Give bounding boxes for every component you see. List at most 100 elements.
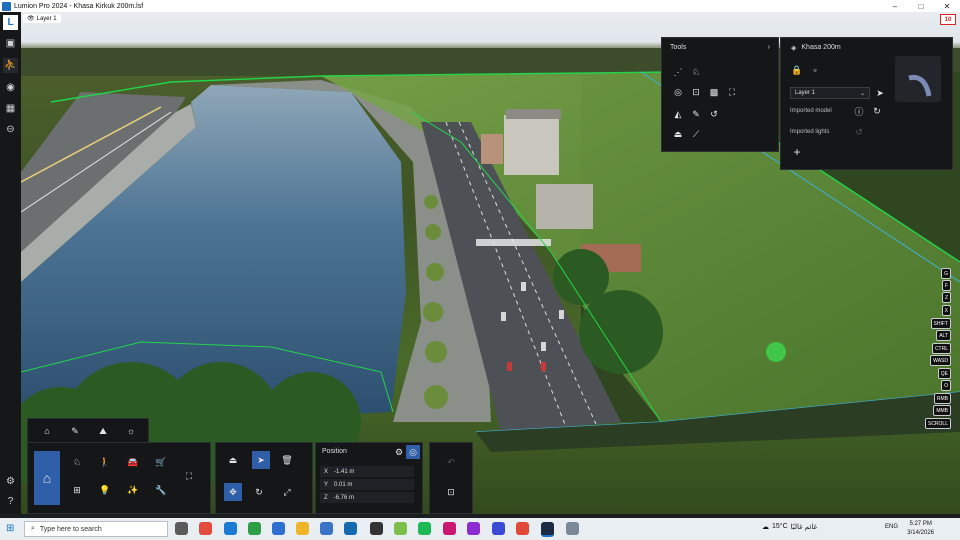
buildings-category-icon[interactable]: ⌂ (34, 451, 60, 505)
vehicle-category-icon[interactable]: 🚘 (126, 455, 140, 469)
minimize-button[interactable]: – (882, 2, 908, 11)
eye-icon: 👁 (27, 16, 35, 22)
camera-icon[interactable] (370, 522, 383, 535)
slope-icon[interactable]: ⟋ (690, 128, 702, 140)
cart-category-icon[interactable]: 🛒 (154, 455, 168, 469)
x-field[interactable]: X -1.41 m (320, 466, 414, 477)
notes-icon[interactable] (394, 522, 407, 535)
paint-tab-icon[interactable]: ✎ (68, 424, 82, 438)
light-bell-icon[interactable]: ♘ (690, 66, 702, 78)
save-icon[interactable]: ▣ (3, 36, 18, 51)
place-on-ground-icon[interactable]: ⏏ (672, 128, 684, 140)
taskbar-search[interactable]: ⌕ Type here to search (24, 521, 168, 537)
focus-select-icon[interactable]: ⊡ (690, 86, 702, 98)
weather-widget[interactable]: ☁ 15°C غائم غالبًا (762, 523, 817, 531)
tools-panel: Tools › ⋰ ♘ ◎ ⊡ ▩ ⛶ ◭ ✎ ↺ ⏏ ⟋ (661, 37, 779, 152)
key-badge: SHIFT (930, 318, 951, 329)
focus-frame-icon[interactable]: ⊡ (444, 485, 458, 499)
y-field[interactable]: Y 0.01 m (320, 479, 414, 490)
rotate-tool-icon[interactable]: ↻ (252, 485, 266, 499)
edit-icon[interactable]: ✎ (690, 108, 702, 120)
app-icon[interactable] (320, 522, 333, 535)
view-icon[interactable]: ◎ (672, 86, 684, 98)
chevron-down-icon: ⌄ (859, 90, 865, 97)
light-category-icon[interactable]: ♘ (70, 455, 84, 469)
taskbar-clock[interactable]: 5:27 PM 3/14/2026 (907, 520, 934, 538)
world-axis-icon[interactable]: ◎ (406, 445, 420, 459)
settings-icon[interactable]: ⚙ (3, 474, 18, 489)
mail-icon[interactable] (344, 522, 357, 535)
discord-icon[interactable] (492, 522, 505, 535)
copilot-icon[interactable] (199, 522, 212, 535)
task-view-icon[interactable] (175, 522, 188, 535)
chrome-2-icon[interactable] (516, 522, 529, 535)
move-tool-icon[interactable]: ✥ (224, 483, 242, 501)
cloud-icon: ☁ (762, 524, 769, 531)
app-c-icon[interactable] (467, 522, 480, 535)
360-panorama-icon[interactable]: ⊖ (3, 122, 18, 137)
key-badge: QE (937, 368, 951, 379)
edge-icon[interactable] (224, 522, 237, 535)
app-tray-icon[interactable] (566, 522, 579, 535)
movie-mode-icon[interactable]: ▦ (3, 101, 18, 116)
model-icon: ◈ (791, 45, 797, 52)
layer-select-value: Layer 1 (795, 90, 816, 96)
photo-mode-icon[interactable]: ◉ (3, 80, 18, 95)
windows-start-icon[interactable]: ⊞ (6, 523, 17, 534)
landscape-tab-icon[interactable]: ⛰ (96, 424, 110, 438)
scale-tool-icon[interactable]: ⤢ (280, 485, 294, 499)
file-explorer-icon[interactable] (296, 522, 309, 535)
reload-icon[interactable]: ↻ (871, 105, 883, 117)
align-nodes-icon[interactable]: ⋰ (672, 66, 684, 78)
layer-chip[interactable]: 👁 Layer 1 (23, 14, 61, 23)
paint-icon[interactable]: ◭ (672, 108, 684, 120)
build-mode-icon[interactable]: ⛹ (3, 58, 18, 73)
weather-temp: 15°C (772, 523, 788, 530)
key-badge: MMB (933, 405, 951, 416)
lock-icon[interactable]: 🔒 (791, 64, 803, 76)
image-placeholder-icon[interactable]: ▫ (809, 64, 821, 76)
help-icon[interactable]: ? (3, 494, 18, 509)
add-button[interactable]: + (791, 145, 803, 159)
position-title: Position (322, 448, 347, 455)
close-button[interactable]: ✕ (934, 2, 960, 11)
maximize-button[interactable]: □ (908, 2, 934, 11)
effects-category-icon[interactable]: ✨ (126, 483, 140, 497)
place-object-icon[interactable]: ⏏ (226, 453, 240, 467)
people-category-icon[interactable]: 🚶 (98, 455, 112, 469)
weather-tab-icon[interactable]: ☼ (124, 424, 138, 438)
select-cursor-icon[interactable]: ➤ (874, 87, 886, 99)
error-count-badge[interactable]: 10 (940, 14, 956, 25)
y-label: Y (324, 481, 329, 488)
lumion-taskbar-icon[interactable] (541, 522, 554, 537)
grid-select-icon[interactable]: ▩ (708, 86, 720, 98)
home-tab-icon[interactable]: ⌂ (40, 424, 54, 438)
clock-time: 5:27 PM (909, 521, 932, 527)
z-label: Z (324, 494, 328, 501)
language-indicator[interactable]: ENG (885, 524, 898, 530)
spotify-icon[interactable] (418, 522, 431, 535)
store-icon[interactable] (272, 522, 285, 535)
gear-icon[interactable]: ⚙ (392, 445, 406, 459)
bottom-build-panel: ⌂ ✎ ⛰ ☼ ⌂ ♘ 🚶 🚘 🛒 ⊞ 💡 ✨ 🔧 ⛶ ⏏ ➤ 🗑 ✥ ↻ ⤢ … (27, 418, 473, 514)
expand-chevron-icon[interactable]: › (768, 44, 770, 51)
model-thumbnail (895, 56, 941, 102)
object-category-icon[interactable]: ⊞ (70, 483, 84, 497)
instagram-icon[interactable] (443, 522, 456, 535)
window-title: Lumion Pro 2024 - Khasa Kirkuk 200m.lsf (14, 2, 144, 10)
select-tool-icon[interactable]: ➤ (252, 451, 270, 469)
tools-category-icon[interactable]: 🔧 (154, 483, 168, 497)
select-area-icon[interactable]: ⛶ (182, 469, 196, 483)
z-field[interactable]: Z -6.76 m (320, 492, 414, 503)
frame-select-icon[interactable]: ⛶ (726, 86, 738, 98)
model-name: Khasa 200m (801, 44, 841, 51)
delete-icon[interactable]: 🗑 (280, 453, 294, 467)
info-icon[interactable]: ⓘ (853, 105, 865, 117)
lumion-home-icon[interactable]: L (3, 15, 18, 30)
position-panel: Position ⚙ ◎ X -1.41 m Y 0.01 m Z -6.76 … (315, 442, 423, 514)
undo-icon[interactable]: ↺ (708, 108, 720, 120)
layer-select[interactable]: Layer 1 ⌄ (790, 87, 870, 99)
transform-tools: ⏏ ➤ 🗑 ✥ ↻ ⤢ (215, 442, 313, 514)
bulb-category-icon[interactable]: 💡 (98, 483, 112, 497)
chrome-icon[interactable] (248, 522, 261, 535)
